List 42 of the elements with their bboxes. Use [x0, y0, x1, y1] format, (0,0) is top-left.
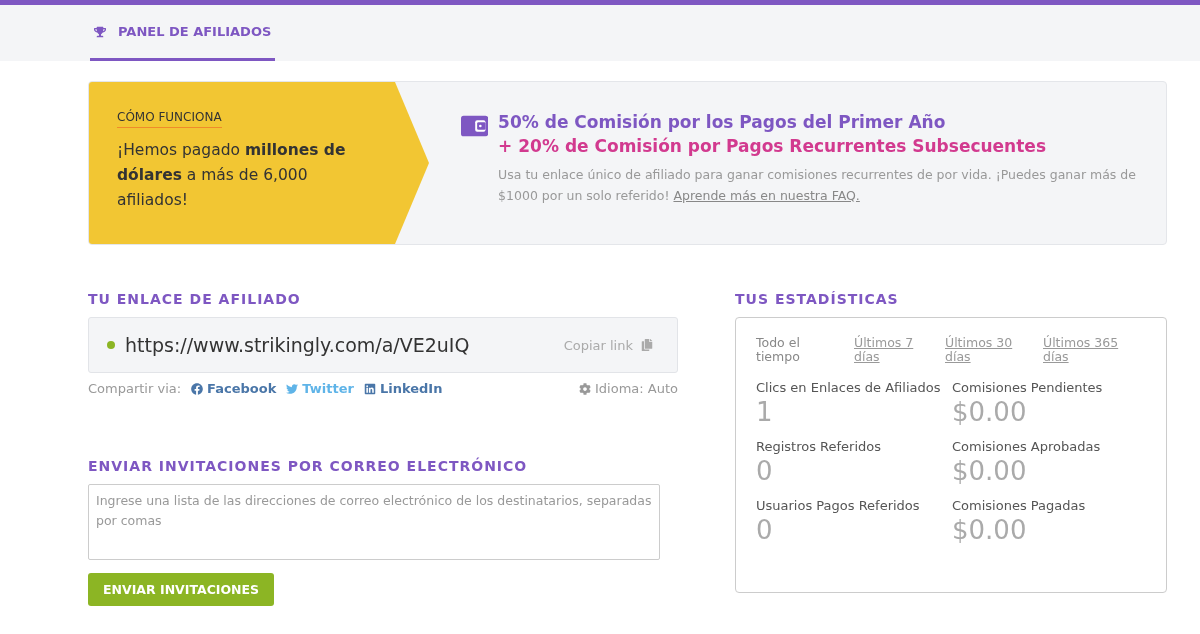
bird-icon: [286, 382, 299, 395]
stat-label: Clics en Enlaces de Afiliados: [756, 380, 942, 395]
facebook-icon: [191, 382, 204, 395]
share-label: Compartir via:: [88, 381, 182, 396]
period-filter[interactable]: Últimos 365 días: [1043, 336, 1119, 364]
copy-link-button[interactable]: Copiar link: [557, 336, 659, 354]
status-dot: [107, 341, 115, 349]
period-filter[interactable]: Últimos 7 días: [854, 336, 930, 364]
commission-headline: 50% de Comisión por los Pagos del Primer Año: [498, 111, 947, 134]
stat-label: Comisiones Pendientes: [952, 380, 1104, 395]
stat-label: Registros Referidos: [756, 439, 883, 454]
highlight-text: ¡Hemos pagado millones de dólares a más de 6,000 afiliados!: [117, 140, 347, 211]
share-link[interactable]: Facebook: [191, 381, 277, 396]
commission-headline: + 20% de Comisión por Pagos Recurrentes Subsecuentes: [498, 135, 1047, 158]
section-heading: TUS ESTADÍSTICAS: [735, 291, 900, 307]
share-link[interactable]: LinkedIn: [363, 381, 443, 396]
send-invitations-button[interactable]: ENVIAR INVITACIONES: [88, 573, 275, 606]
stat-value: 1: [756, 397, 774, 427]
period-filter[interactable]: Últimos 30 días: [945, 336, 1021, 364]
description-text: Usa tu enlace único de afiliado para ganar comisiones recurrentes de por vida. ¡Puedes ganar más de $1000 por un solo referido! Aprende más en nuestra FAQ.: [498, 166, 1137, 205]
stat-label: Comisiones Aprobadas: [952, 439, 1102, 454]
copy-icon: [641, 339, 653, 351]
stat-value: $0.00: [952, 397, 1028, 427]
nav-tab[interactable]: PANEL DE AFILIADOS: [90, 5, 276, 61]
eyebrow-label: CÓMO FUNCIONA: [117, 110, 222, 128]
stat-value: $0.00: [952, 515, 1028, 545]
period-filter[interactable]: Todo el tiempo: [756, 336, 832, 364]
section-heading: ENVIAR INVITACIONES POR CORREO ELECTRÓNICO: [88, 458, 529, 474]
stat-value: 0: [756, 515, 774, 545]
email-input-field[interactable]: Ingrese una lista de las direcciones de correo electrónico de los destinatarios, separadas por comas: [88, 484, 660, 560]
stat-label: Usuarios Pagos Referidos: [756, 498, 921, 513]
gear-icon: [579, 382, 591, 395]
stat-value: 0: [756, 456, 774, 486]
language-setting[interactable]: Idioma: Auto: [579, 381, 678, 396]
trophy-icon: [94, 25, 106, 38]
faq-link[interactable]: Aprende más en nuestra FAQ.: [673, 188, 860, 203]
affiliate-url: https://www.strikingly.com/a/VE2uIQ: [125, 334, 471, 356]
linkedin-icon: [363, 382, 376, 395]
stat-label: Comisiones Pagadas: [952, 498, 1087, 513]
section-heading: TU ENLACE DE AFILIADO: [88, 291, 302, 307]
share-link[interactable]: Twitter: [286, 381, 354, 396]
stat-value: $0.00: [952, 456, 1028, 486]
